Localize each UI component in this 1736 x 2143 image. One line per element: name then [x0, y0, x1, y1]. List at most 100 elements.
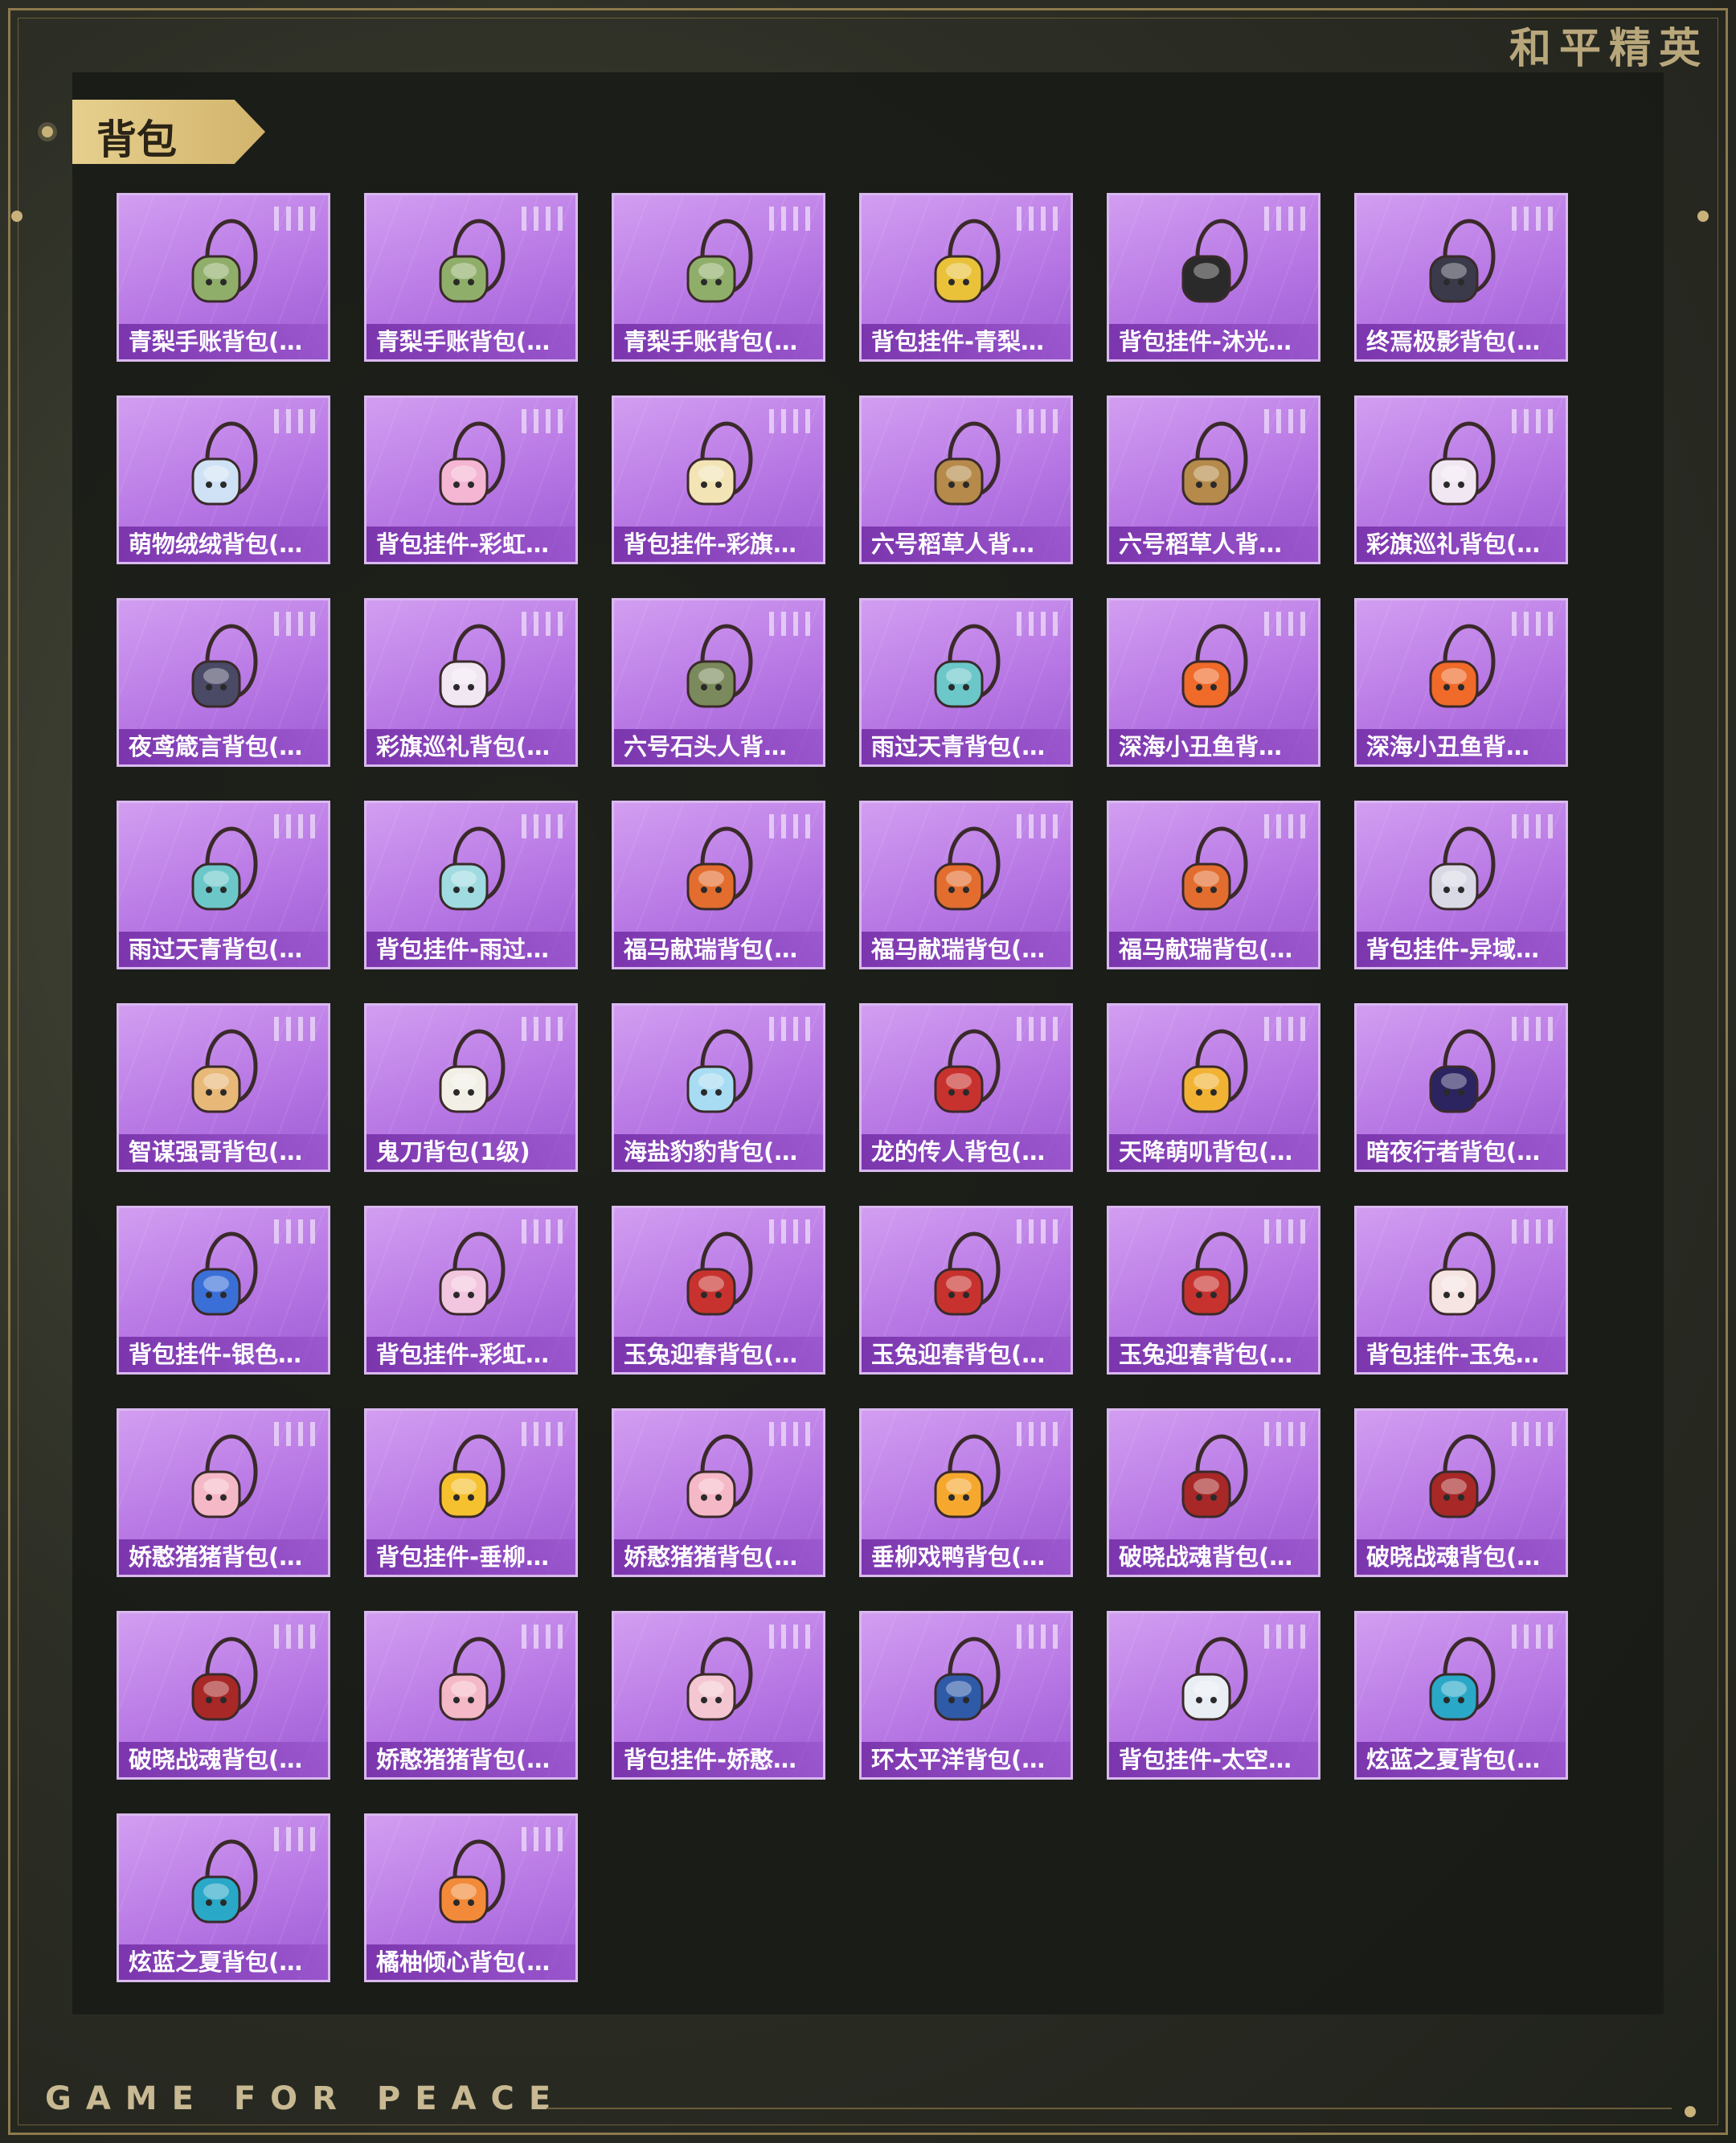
item-card[interactable]: 背包挂件-沐光…: [1107, 193, 1320, 362]
item-card[interactable]: 彩旗巡礼背包(…: [364, 598, 578, 767]
item-card[interactable]: 娇憨猪猪背包(…: [117, 1408, 330, 1577]
item-card[interactable]: 玉兔迎春背包(…: [1107, 1206, 1320, 1375]
rarity-bars: [522, 1017, 563, 1041]
rarity-bars: [274, 409, 315, 433]
rarity-bars: [1512, 409, 1553, 433]
item-card[interactable]: 玉兔迎春背包(…: [612, 1206, 825, 1375]
item-label: 福马献瑞背包(…: [862, 932, 1071, 967]
section-dot: [42, 126, 53, 137]
pig-backpack-icon: [175, 1430, 272, 1526]
wing-charm-icon: [1413, 822, 1509, 919]
item-card[interactable]: 背包挂件-雨过…: [364, 801, 578, 969]
item-card[interactable]: 六号稻草人背…: [859, 395, 1073, 564]
rarity-bars: [1264, 409, 1305, 433]
rarity-bars: [769, 409, 810, 433]
item-card[interactable]: 深海小丑鱼背…: [1107, 598, 1320, 767]
item-card[interactable]: 智谋强哥背包(…: [117, 1003, 330, 1172]
item-label: 青梨手账背包(…: [614, 324, 823, 359]
item-card[interactable]: 橘柚倾心背包(…: [364, 1813, 578, 1982]
ice-cream-charm-icon: [670, 417, 767, 514]
item-card[interactable]: 天降萌叽背包(…: [1107, 1003, 1320, 1172]
item-card[interactable]: 龙的传人背包(…: [859, 1003, 1073, 1172]
item-card[interactable]: 六号稻草人背…: [1107, 395, 1320, 564]
item-card[interactable]: 终焉极影背包(…: [1354, 193, 1568, 362]
rarity-bars: [1264, 1219, 1305, 1244]
item-label: 背包挂件-雨过…: [366, 932, 575, 967]
rarity-bars: [1017, 1625, 1058, 1649]
item-card[interactable]: 背包挂件-玉兔…: [1354, 1206, 1568, 1375]
item-label: 炫蓝之夏背包(…: [119, 1944, 328, 1980]
green-pouch-backpack-icon: [423, 215, 519, 311]
item-label: 雨过天青背包(…: [862, 729, 1071, 764]
item-label: 萌物绒绒背包(…: [119, 527, 328, 562]
item-label: 彩旗巡礼背包(…: [366, 729, 575, 764]
rarity-bars: [274, 1017, 315, 1041]
rarity-bars: [769, 612, 810, 636]
rarity-bars: [1017, 1017, 1058, 1041]
item-card[interactable]: 夜鸢箴言背包(…: [117, 598, 330, 767]
item-card[interactable]: 背包挂件-异域…: [1354, 801, 1568, 969]
item-card[interactable]: 玉兔迎春背包(…: [859, 1206, 1073, 1375]
item-card[interactable]: 背包挂件-银色…: [117, 1206, 330, 1375]
rarity-bars: [769, 1017, 810, 1041]
item-card[interactable]: 炫蓝之夏背包(…: [117, 1813, 330, 1982]
item-card[interactable]: 娇憨猪猪背包(…: [612, 1408, 825, 1577]
item-card[interactable]: 背包挂件-太空…: [1107, 1611, 1320, 1780]
item-label: 福马献瑞背包(…: [614, 932, 823, 967]
rarity-bars: [1264, 1625, 1305, 1649]
item-label: 玉兔迎春背包(…: [1109, 1337, 1318, 1372]
item-card[interactable]: 萌物绒绒背包(…: [117, 395, 330, 564]
item-card[interactable]: 深海小丑鱼背…: [1354, 598, 1568, 767]
item-card[interactable]: 娇憨猪猪背包(…: [364, 1611, 578, 1780]
item-label: 环太平洋背包(…: [862, 1742, 1071, 1777]
item-label: 背包挂件-沐光…: [1109, 324, 1318, 359]
item-card[interactable]: 雨过天青背包(…: [859, 598, 1073, 767]
walkie-charm-icon: [175, 1227, 272, 1324]
item-card[interactable]: 海盐豹豹背包(…: [612, 1003, 825, 1172]
item-card[interactable]: 环太平洋背包(…: [859, 1611, 1073, 1780]
item-card[interactable]: 雨过天青背包(…: [117, 801, 330, 969]
bow-charm-icon: [423, 417, 519, 514]
rarity-bars: [1017, 1422, 1058, 1446]
item-card[interactable]: 青梨手账背包(…: [612, 193, 825, 362]
red-rabbit-backpack-icon: [670, 1227, 767, 1324]
clownfish-backpack-icon: [1413, 620, 1509, 716]
item-card[interactable]: 福马献瑞背包(…: [612, 801, 825, 969]
item-label: 炫蓝之夏背包(…: [1357, 1742, 1566, 1777]
item-card[interactable]: 破晓战魂背包(…: [1107, 1408, 1320, 1577]
item-card[interactable]: 破晓战魂背包(…: [117, 1611, 330, 1780]
item-card[interactable]: 福马献瑞背包(…: [1107, 801, 1320, 969]
rarity-bars: [522, 814, 563, 838]
item-label: 青梨手账背包(…: [119, 324, 328, 359]
item-card[interactable]: 彩旗巡礼背包(…: [1354, 395, 1568, 564]
scarecrow-backpack-icon: [918, 417, 1014, 514]
item-card[interactable]: 青梨手账背包(…: [364, 193, 578, 362]
item-card[interactable]: 垂柳戏鸭背包(…: [859, 1408, 1073, 1577]
item-label: 娇憨猪猪背包(…: [614, 1539, 823, 1575]
item-card[interactable]: 背包挂件-彩旗…: [612, 395, 825, 564]
item-card[interactable]: 背包挂件-垂柳…: [364, 1408, 578, 1577]
horse-backpack-icon: [1165, 822, 1262, 919]
item-card[interactable]: 鬼刀背包(1级): [364, 1003, 578, 1172]
duck-backpack-icon: [918, 1430, 1014, 1526]
item-card[interactable]: 背包挂件-彩虹…: [364, 1206, 578, 1375]
rarity-bars: [1264, 1422, 1305, 1446]
blue-summer-backpack-icon: [1413, 1633, 1509, 1729]
mecha-backpack-icon: [918, 1633, 1014, 1729]
item-card[interactable]: 背包挂件-彩虹…: [364, 395, 578, 564]
item-card[interactable]: 福马献瑞背包(…: [859, 801, 1073, 969]
item-card[interactable]: 暗夜行者背包(…: [1354, 1003, 1568, 1172]
pig-backpack-icon: [670, 1430, 767, 1526]
astronaut-charm-icon: [1165, 1633, 1262, 1729]
duck-charm-icon: [423, 1430, 519, 1526]
item-card[interactable]: 六号石头人背…: [612, 598, 825, 767]
item-card[interactable]: 背包挂件-青梨…: [859, 193, 1073, 362]
item-card[interactable]: 破晓战魂背包(…: [1354, 1408, 1568, 1577]
rarity-bars: [769, 1219, 810, 1244]
dark-shadow-backpack-icon: [1413, 215, 1509, 311]
item-card[interactable]: 炫蓝之夏背包(…: [1354, 1611, 1568, 1780]
rarity-bars: [274, 1422, 315, 1446]
item-card[interactable]: 青梨手账背包(…: [117, 193, 330, 362]
item-card[interactable]: 背包挂件-娇憨…: [612, 1611, 825, 1780]
blue-charm-backpack-icon: [918, 620, 1014, 716]
